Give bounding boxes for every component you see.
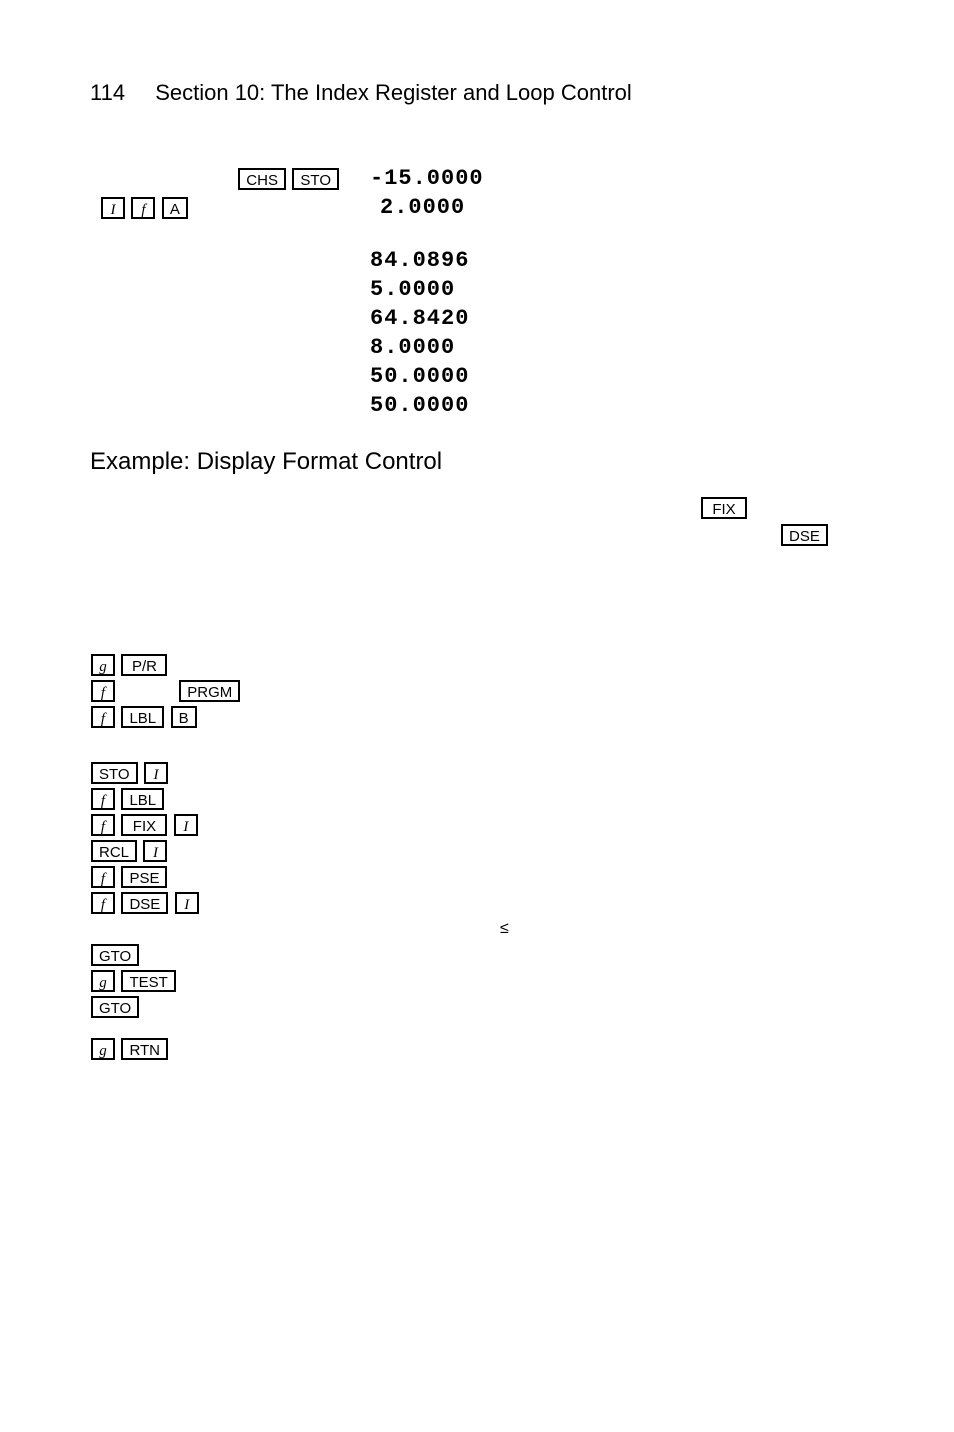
f-key: f: [91, 892, 115, 914]
i-key: I: [174, 814, 198, 836]
i-key: I: [143, 840, 167, 862]
sto-key: STO: [91, 762, 138, 784]
prgm-key: PRGM: [179, 680, 240, 702]
f-key: f: [131, 197, 155, 219]
f-key: f: [91, 866, 115, 888]
output-3: 8.0000: [370, 335, 864, 360]
f-key: f: [91, 788, 115, 810]
display-value-1: 2.0000: [380, 195, 864, 220]
prelude-keys-1: I f A: [90, 197, 380, 219]
fix-key: FIX: [121, 814, 167, 836]
prelude-block: 15 CHS STO -15.0000 I f A 2.0000: [90, 166, 864, 220]
output-4: 50.0000: [370, 364, 864, 389]
example-heading: Example: Display Format Control: [90, 448, 864, 476]
g-key: g: [91, 654, 115, 676]
dse-key-inline: DSE: [781, 524, 828, 546]
fix-key-inline: FIX: [701, 497, 747, 519]
output-5: 50.0000: [370, 393, 864, 418]
gto-key: GTO: [91, 996, 139, 1018]
f-key: f: [91, 706, 115, 728]
g-key: g: [91, 1038, 115, 1060]
lbl-key: LBL: [121, 788, 164, 810]
rcl-key: RCL: [91, 840, 137, 862]
i-key: I: [101, 197, 125, 219]
leq-symbol: ≤: [500, 920, 509, 938]
chs-key: CHS: [238, 168, 286, 190]
display-value-0: -15.0000: [370, 166, 864, 191]
sto-key: STO: [292, 168, 339, 190]
page-number: 114: [90, 80, 125, 106]
dse-key: DSE: [121, 892, 168, 914]
g-key: g: [91, 970, 115, 992]
gto-key: GTO: [91, 944, 139, 966]
b-key: B: [171, 706, 197, 728]
lbl-key: LBL: [121, 706, 164, 728]
output-2: 64.8420: [370, 306, 864, 331]
paragraph-area: FIX DSE: [90, 494, 864, 544]
page-header: 114 Section 10: The Index Register and L…: [90, 80, 864, 106]
program-steps: g P/R f CLEAR PRGM f LBL B STO I f LBL 0…: [90, 654, 864, 1060]
i-key: I: [144, 762, 168, 784]
output-0: 84.0896: [370, 248, 864, 273]
f-key: f: [91, 680, 115, 702]
a-key: A: [162, 197, 188, 219]
section-title: Section 10: The Index Register and Loop …: [155, 80, 632, 105]
f-key: f: [91, 814, 115, 836]
i-key: I: [175, 892, 199, 914]
test-key: TEST: [121, 970, 175, 992]
pse-key: PSE: [121, 866, 167, 888]
output-1: 5.0000: [370, 277, 864, 302]
output-block: 84.0896 5.0000 64.8420 8.0000 50.0000 50…: [90, 248, 864, 418]
pr-key: P/R: [121, 654, 167, 676]
rtn-key: RTN: [121, 1038, 168, 1060]
prelude-keys-0: 15 CHS STO: [90, 168, 370, 190]
